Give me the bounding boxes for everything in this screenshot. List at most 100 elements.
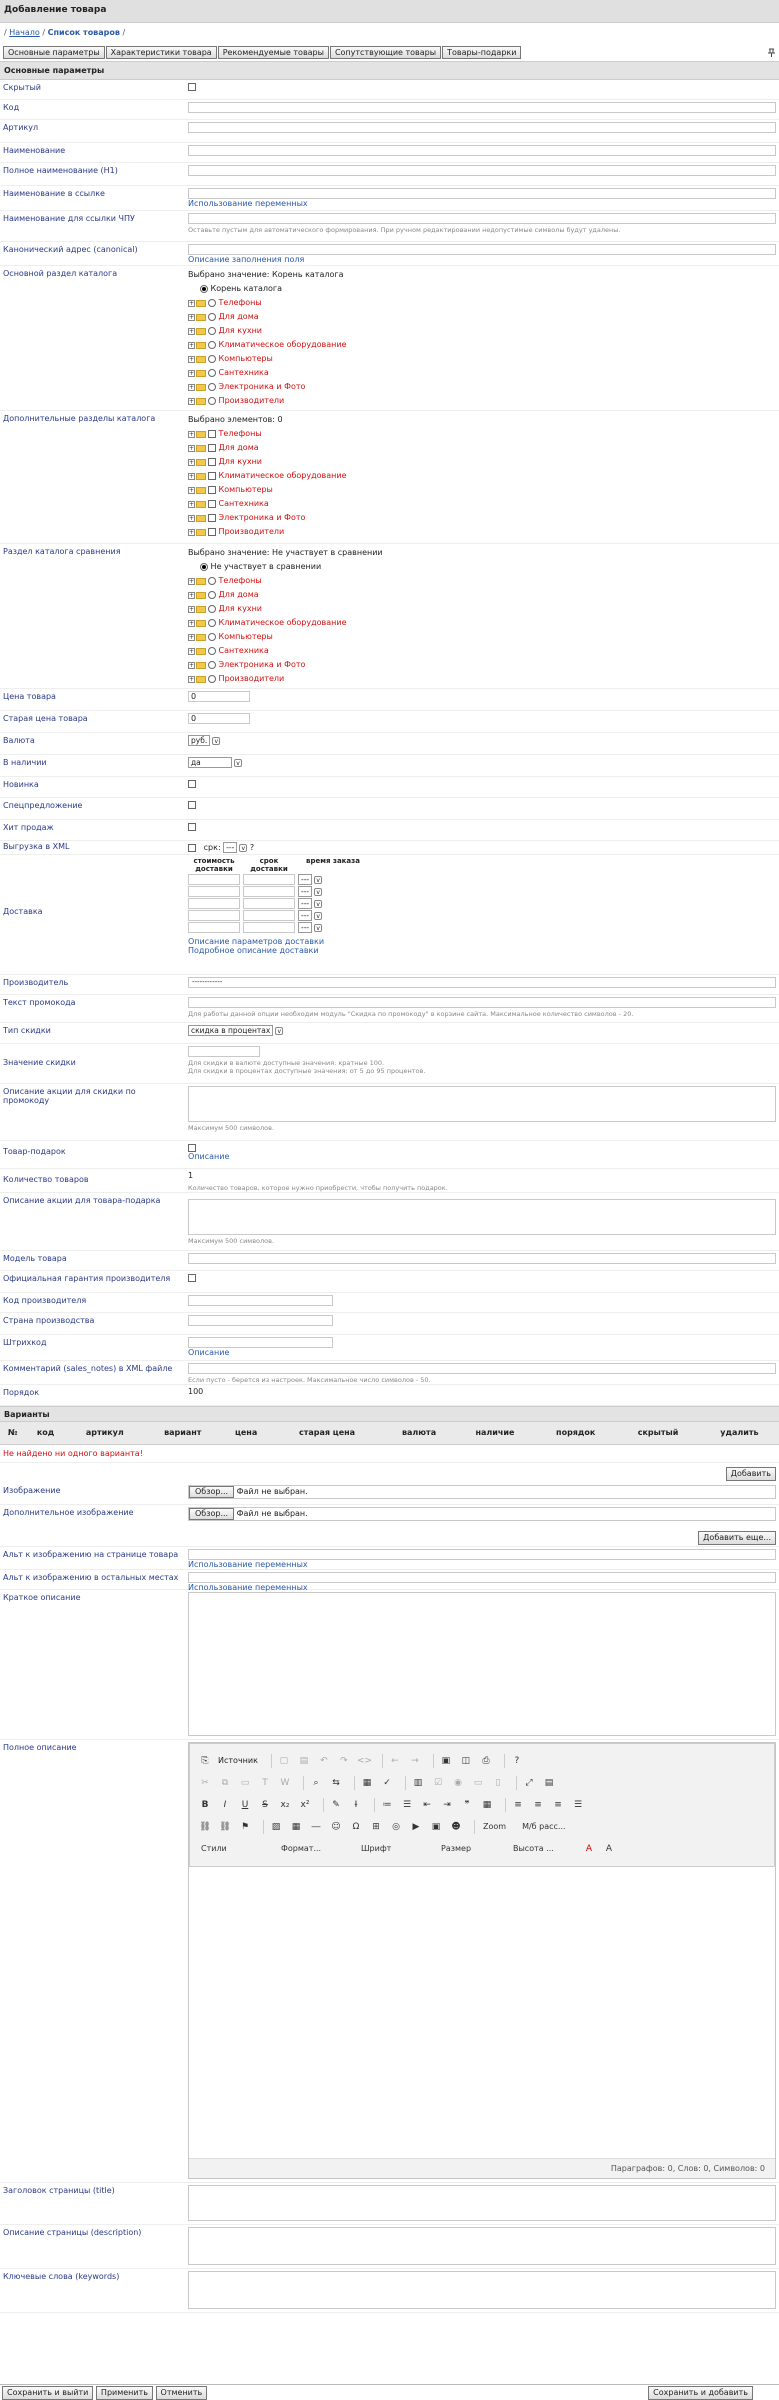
radio-icon[interactable]: ◉	[451, 1776, 465, 1790]
cat-radio[interactable]	[208, 341, 216, 349]
root-radio[interactable]	[200, 285, 208, 293]
promo-desc-textarea[interactable]	[188, 1086, 776, 1122]
expand-icon[interactable]: +	[188, 383, 195, 391]
link-vars-link[interactable]: Использование переменных	[188, 199, 776, 208]
cat-radio[interactable]	[208, 383, 216, 391]
pin-icon[interactable]	[768, 48, 775, 57]
chevron-down-icon[interactable]: v	[314, 887, 323, 896]
indent-icon[interactable]: ⇥	[440, 1798, 454, 1812]
seo-title-textarea[interactable]	[188, 2184, 776, 2221]
source-icon[interactable]: ⎘	[198, 1754, 212, 1768]
hit-checkbox[interactable]	[188, 822, 196, 831]
cat-checkbox[interactable]	[208, 458, 216, 466]
expand-icon[interactable]: +	[188, 458, 195, 466]
strike-icon[interactable]: S	[258, 1798, 272, 1812]
special-checkbox[interactable]	[188, 800, 196, 809]
replace-icon[interactable]: ⇆	[329, 1776, 343, 1790]
full-name-input[interactable]	[188, 165, 776, 176]
cat-radio[interactable]	[208, 327, 216, 335]
hidden-checkbox[interactable]	[188, 82, 196, 91]
smiley-icon[interactable]: ☺	[329, 1820, 343, 1834]
align-right-icon[interactable]: ≡	[551, 1798, 565, 1812]
expand-icon[interactable]: +	[188, 341, 195, 349]
alt-page-vars-link[interactable]: Использование переменных	[188, 1560, 776, 1569]
delivery-time-select[interactable]: ---	[298, 910, 313, 921]
cat-checkbox[interactable]	[208, 444, 216, 452]
special-char-icon[interactable]: Ω	[349, 1820, 363, 1834]
align-center-icon[interactable]: ≡	[531, 1798, 545, 1812]
checkbox-icon[interactable]: ☑	[431, 1776, 445, 1790]
cat-radio[interactable]	[208, 355, 216, 363]
bold-icon[interactable]: B	[198, 1798, 212, 1812]
cat-checkbox[interactable]	[208, 430, 216, 438]
table-icon[interactable]: ▦	[289, 1820, 303, 1834]
tab-characteristics[interactable]: Характеристики товара	[105, 46, 217, 59]
find-icon[interactable]: ⌕	[309, 1776, 323, 1790]
chevron-down-icon[interactable]: v	[314, 923, 323, 932]
expand-icon[interactable]: +	[188, 299, 195, 307]
line-height-combo[interactable]: Высота ...	[510, 1842, 572, 1856]
expand-icon[interactable]: +	[188, 444, 195, 452]
cancel-button[interactable]: Отменить	[155, 2386, 208, 2400]
div-icon[interactable]: ▦	[480, 1798, 494, 1812]
video-icon[interactable]: ▣	[429, 1820, 443, 1834]
maker-code-input[interactable]	[188, 1295, 333, 1306]
canonical-input[interactable]	[188, 244, 776, 255]
delivery-time-select[interactable]: ---	[298, 922, 313, 933]
image-icon[interactable]: ▨	[269, 1820, 283, 1834]
name-input[interactable]	[188, 145, 776, 156]
templates-icon[interactable]: ▤	[297, 1754, 311, 1768]
price-input[interactable]: 0	[188, 691, 250, 702]
delivery-time-select[interactable]: ---	[298, 874, 313, 885]
chevron-down-icon[interactable]: v	[234, 758, 242, 767]
image-browse-button[interactable]: Обзор...	[189, 1485, 235, 1498]
save-exit-button[interactable]: Сохранить и выйти	[2, 2386, 94, 2400]
chevron-down-icon[interactable]: v	[239, 843, 248, 852]
chpu-input[interactable]	[188, 213, 776, 224]
subscript-icon[interactable]: x₂	[278, 1798, 292, 1812]
show-blocks-icon[interactable]: ▤	[542, 1776, 556, 1790]
article-input[interactable]	[188, 122, 776, 133]
save-add-button[interactable]: Сохранить и добавить	[648, 2386, 753, 2400]
cat-radio[interactable]	[208, 647, 216, 655]
cat-radio[interactable]	[208, 577, 216, 585]
xml-srok-select[interactable]: ---	[223, 842, 238, 853]
format-combo[interactable]: Формат...	[278, 1842, 348, 1856]
redo-icon[interactable]: ↷	[337, 1754, 351, 1768]
styles-combo[interactable]: Стили	[198, 1842, 268, 1856]
seo-keywords-textarea[interactable]	[188, 2270, 776, 2309]
breadcrumb-home[interactable]: Начало	[9, 28, 40, 37]
delivery-time-select[interactable]: ---	[298, 898, 313, 909]
textarea-icon[interactable]: ▯	[491, 1776, 505, 1790]
remove-format-icon[interactable]: Ɨ	[349, 1798, 363, 1812]
undo-icon[interactable]: ↶	[317, 1754, 331, 1768]
breadcrumb-current[interactable]: Список товаров	[48, 28, 120, 37]
discount-type-select[interactable]: скидка в процентах	[188, 1025, 274, 1036]
anchor-icon[interactable]: ⚑	[238, 1820, 252, 1834]
seo-desc-textarea[interactable]	[188, 2226, 776, 2265]
align-left-icon[interactable]: ≡	[511, 1798, 525, 1812]
expand-icon[interactable]: +	[188, 661, 195, 669]
copy-format-icon[interactable]: ✎	[329, 1798, 343, 1812]
delivery-cost-input[interactable]	[188, 886, 240, 897]
youtube-icon[interactable]: ▶	[409, 1820, 423, 1834]
delivery-time-select[interactable]: ---	[298, 886, 313, 897]
new-page-icon[interactable]: ▢	[277, 1754, 291, 1768]
page-break-icon[interactable]: ⊞	[369, 1820, 383, 1834]
align-justify-icon[interactable]: ☰	[571, 1798, 585, 1812]
maximize-icon[interactable]: ⤢	[522, 1776, 536, 1790]
promo-input[interactable]	[188, 997, 776, 1008]
delivery-term-input[interactable]	[243, 886, 295, 897]
delivery-term-input[interactable]	[243, 874, 295, 885]
delivery-details-link[interactable]: Подробное описание доставки	[188, 946, 776, 955]
copy-icon[interactable]: ⧉	[218, 1776, 232, 1790]
gift-desc-textarea[interactable]	[188, 1199, 776, 1235]
order-input[interactable]: 100	[188, 1387, 224, 1398]
expand-icon[interactable]: +	[188, 633, 195, 641]
paste-text-icon[interactable]: T	[258, 1776, 272, 1790]
link-name-input[interactable]	[188, 188, 776, 199]
expand-icon[interactable]: +	[188, 605, 195, 613]
save-icon[interactable]: ▣	[439, 1754, 453, 1768]
maker-select[interactable]: ------------	[188, 977, 776, 988]
model-input[interactable]	[188, 1253, 776, 1264]
